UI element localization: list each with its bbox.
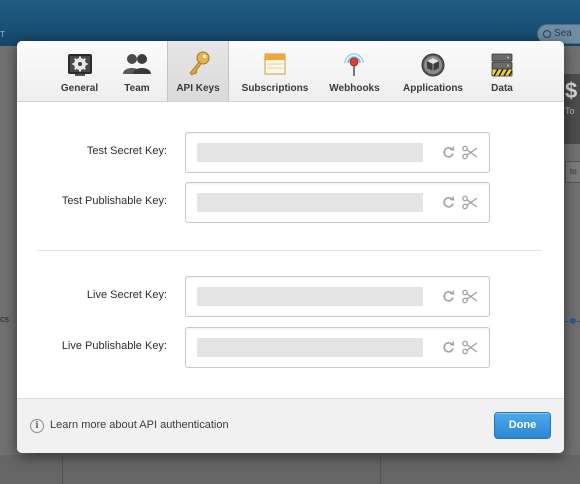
background-total-label: To	[565, 106, 575, 116]
pin-icon	[343, 53, 365, 82]
tab-label: Subscriptions	[241, 83, 309, 94]
refresh-icon[interactable]	[442, 146, 455, 159]
tab-subscriptions[interactable]: Subscriptions	[235, 41, 315, 101]
background-divider	[62, 455, 63, 484]
background-sidebar-text: cs	[0, 314, 9, 324]
test-secret-key-row: Test Secret Key:	[17, 132, 564, 173]
background-header: T Sea	[0, 0, 580, 46]
live-secret-key-field[interactable]	[185, 276, 490, 317]
tab-label: Team	[124, 83, 150, 94]
test-secret-key-field[interactable]	[185, 132, 490, 173]
test-publishable-key-field[interactable]	[185, 182, 490, 223]
scissors-icon[interactable]	[462, 340, 478, 355]
database-icon	[491, 53, 513, 82]
calendar-icon	[264, 53, 286, 80]
live-publishable-key-field[interactable]	[185, 327, 490, 368]
tab-label: General	[60, 83, 99, 94]
tab-label: Applications	[402, 83, 463, 94]
tab-label: API Keys	[176, 83, 220, 94]
live-publishable-key-value[interactable]	[197, 338, 423, 357]
refresh-icon[interactable]	[442, 341, 455, 354]
background-search-placeholder: Sea	[554, 28, 572, 39]
tab-api-keys[interactable]: API Keys	[167, 41, 229, 101]
test-publishable-key-row: Test Publishable Key:	[17, 182, 564, 223]
background-crumb: T	[0, 30, 5, 39]
background-divider	[380, 455, 381, 484]
section-divider	[37, 250, 542, 251]
settings-modal: General Team API Keys Subscriptions Webh…	[17, 41, 564, 453]
test-secret-key-value[interactable]	[197, 143, 423, 162]
test-publishable-key-value[interactable]	[197, 193, 423, 212]
background-chart-dot	[570, 318, 576, 324]
background-dollar: $	[565, 78, 578, 103]
tab-label: Data	[491, 83, 513, 94]
key-icon	[187, 51, 211, 82]
live-secret-key-label: Live Secret Key:	[86, 289, 167, 301]
refresh-icon[interactable]	[442, 290, 455, 303]
team-icon	[123, 53, 151, 80]
search-icon	[543, 30, 551, 38]
modal-footer: i Learn more about API authentication Do…	[17, 398, 564, 453]
info-icon: i	[30, 419, 44, 433]
background-bottom	[0, 455, 580, 484]
live-secret-key-value[interactable]	[197, 287, 423, 306]
live-publishable-key-row: Live Publishable Key:	[17, 327, 564, 368]
learn-more-link[interactable]: Learn more about API authentication	[50, 419, 229, 431]
tab-webhooks[interactable]: Webhooks	[326, 41, 383, 101]
box-icon	[421, 53, 445, 82]
live-publishable-key-label: Live Publishable Key:	[61, 340, 167, 352]
tab-label: Webhooks	[329, 83, 380, 94]
refresh-icon[interactable]	[442, 196, 455, 209]
tab-general[interactable]: General	[57, 41, 102, 101]
background-select: to	[565, 161, 580, 183]
scissors-icon[interactable]	[462, 145, 478, 160]
scissors-icon[interactable]	[462, 289, 478, 304]
gear-icon	[67, 53, 93, 82]
test-secret-key-label: Test Secret Key:	[86, 145, 167, 157]
tab-team[interactable]: Team	[114, 41, 160, 101]
tab-applications[interactable]: Applications	[398, 41, 468, 101]
done-button[interactable]: Done	[494, 412, 551, 439]
scissors-icon[interactable]	[462, 195, 478, 210]
tab-data[interactable]: Data	[484, 41, 520, 101]
test-publishable-key-label: Test Publishable Key:	[61, 195, 167, 207]
live-secret-key-row: Live Secret Key:	[17, 276, 564, 317]
settings-toolbar: General Team API Keys Subscriptions Webh…	[17, 41, 564, 102]
